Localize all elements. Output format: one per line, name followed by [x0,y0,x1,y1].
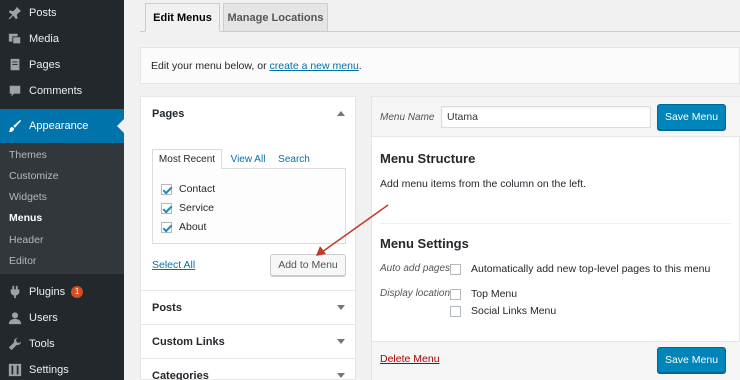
nav-label: Pages [29,59,61,71]
menu-structure-hint: Add menu items from the column on the le… [380,178,587,190]
nav-tools[interactable]: Tools [0,331,124,357]
accordion-title: Posts [152,301,182,314]
accordion-title: Pages [152,108,185,120]
brush-icon [7,118,23,134]
auto-add-label: Auto add pages [380,263,451,274]
page-label: Service [179,202,215,214]
appearance-submenu: Themes Customize Widgets Menus Header Ed… [0,143,124,274]
comment-icon [7,83,23,99]
menu-name-label: Menu Name [380,112,435,123]
nav-appearance[interactable]: Appearance [0,109,124,143]
section-divider [380,223,731,224]
auto-add-option[interactable]: Automatically add new top-level pages to… [450,262,710,276]
nav-label: Appearance [29,120,89,132]
nav-plugins[interactable]: Plugins 1 [0,279,124,305]
page-checkbox[interactable] [161,221,172,233]
nav-label: Tools [29,338,55,350]
page-checkbox[interactable] [161,183,172,195]
menu-settings-title: Menu Settings [380,236,469,251]
user-icon [7,310,23,326]
accordion-title: Custom Links [152,335,225,348]
location-checkbox[interactable] [450,305,461,317]
nav-label: Users [29,312,58,324]
pages-icon [7,57,23,73]
tab-search[interactable]: Search [276,149,312,169]
accordion-categories-header[interactable]: Categories [141,358,355,380]
accordion-custom-links-header[interactable]: Custom Links [141,324,355,358]
nav-label: Media [29,33,59,45]
page-checkbox-row[interactable]: Service [161,201,214,215]
nav-label: Settings [29,364,69,376]
nav-label: Comments [29,85,83,97]
location-option-top-menu[interactable]: Top Menu [450,287,517,301]
collapse-arrow-icon [337,111,345,116]
submenu-menus[interactable]: Menus [9,212,42,224]
pin-icon [7,5,23,21]
submenu-widgets[interactable]: Widgets [9,191,47,203]
location-label: Top Menu [471,288,518,300]
tab-edit-menus[interactable]: Edit Menus [145,3,220,32]
submenu-editor[interactable]: Editor [9,255,36,267]
page-label: Contact [179,183,216,195]
page-checkbox[interactable] [161,202,172,214]
nav-settings[interactable]: Settings [0,357,124,380]
manage-suffix: . [358,59,362,72]
tab-view-all[interactable]: View All [228,149,268,169]
create-menu-link[interactable]: create a new menu [269,60,358,72]
tab-most-recent[interactable]: Most Recent [152,149,222,169]
add-to-menu-button[interactable]: Add to Menu [270,254,346,276]
nav-users[interactable]: Users [0,305,124,331]
settings-icon [7,362,23,378]
accordion-pages-header[interactable]: Pages [141,97,355,131]
expand-arrow-icon [337,305,345,310]
location-option-social-links[interactable]: Social Links Menu [450,304,556,318]
tab-manage-locations[interactable]: Manage Locations [223,3,328,32]
page-checkbox-row[interactable]: Contact [161,182,215,196]
nav-pages[interactable]: Pages [0,52,124,78]
accordion-posts-header[interactable]: Posts [141,290,355,324]
auto-add-checkbox[interactable] [450,263,461,275]
submenu-header[interactable]: Header [9,234,43,246]
expand-arrow-icon [337,339,345,344]
display-location-label: Display location [380,288,451,299]
save-menu-button-top[interactable]: Save Menu [657,104,726,130]
nav-label: Posts [29,7,57,19]
wrench-icon [7,336,23,352]
submenu-themes[interactable]: Themes [9,149,47,161]
nav-comments[interactable]: Comments [0,78,124,104]
auto-add-text: Automatically add new top-level pages to… [471,263,711,275]
plugin-icon [7,284,23,300]
page-checkbox-row[interactable]: About [161,220,206,234]
select-all-link[interactable]: Select All [152,259,195,271]
media-icon [7,31,23,47]
admin-sidebar: Posts Media Pages Comments Appearance Th… [0,0,124,380]
submenu-customize[interactable]: Customize [9,170,59,182]
nav-media[interactable]: Media [0,26,124,52]
manage-text: Edit your menu below, or [151,59,267,72]
update-count-badge: 1 [71,286,84,298]
save-menu-button-bottom[interactable]: Save Menu [657,347,726,373]
manage-menus-bar: Edit your menu below, or create a new me… [140,47,740,84]
location-label: Social Links Menu [471,305,557,317]
menu-structure-title: Menu Structure [380,151,476,166]
location-checkbox[interactable] [450,288,461,300]
expand-arrow-icon [337,373,345,378]
page-label: About [179,221,207,233]
delete-menu-link[interactable]: Delete Menu [380,353,440,365]
nav-label: Plugins [29,286,66,298]
accordion-title: Categories [152,369,209,380]
nav-posts[interactable]: Posts [0,0,124,26]
menu-name-input[interactable] [441,106,651,128]
